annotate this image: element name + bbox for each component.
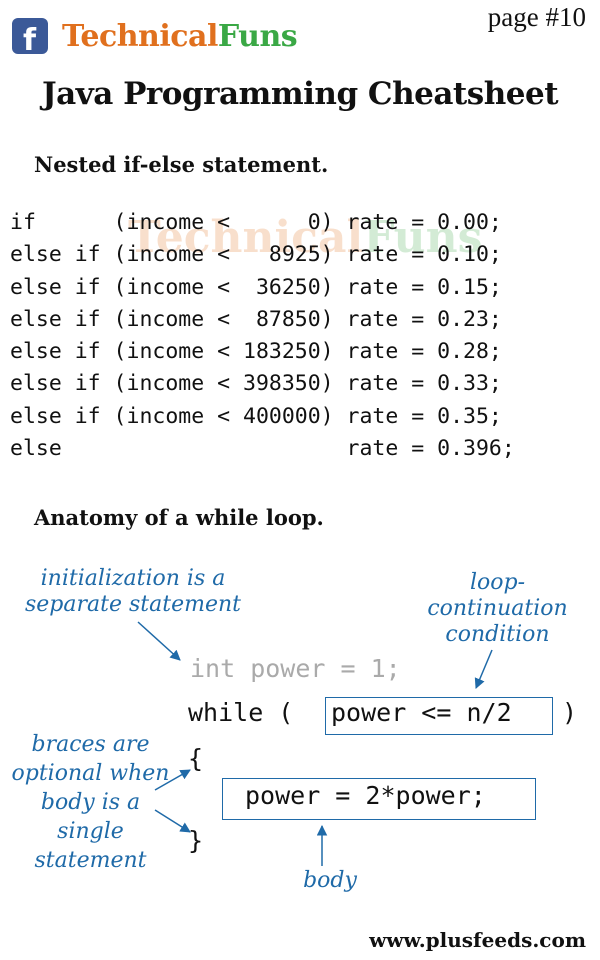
arrow-to-condition [474, 649, 493, 689]
footer-url[interactable]: www.plusfeeds.com [369, 928, 586, 952]
arrow-to-open-brace [154, 769, 191, 791]
annotation-arrows [137, 621, 493, 866]
arrow-to-initialization [137, 621, 181, 661]
arrow-to-close-brace [154, 809, 191, 833]
